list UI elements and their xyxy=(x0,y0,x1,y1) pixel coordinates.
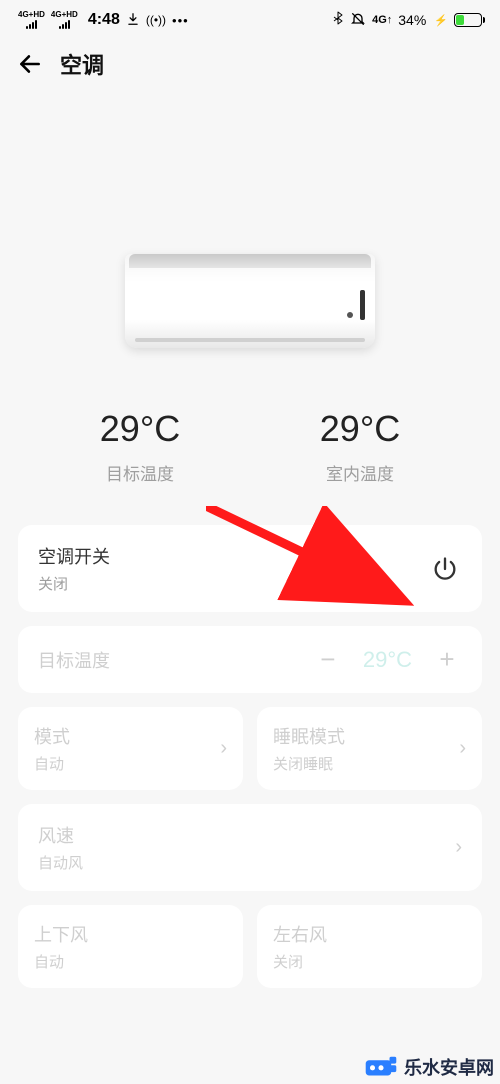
sleep-card[interactable]: 睡眠模式 关闭睡眠 › xyxy=(257,707,482,790)
bluetooth-icon xyxy=(332,11,344,30)
leftright-wind-card[interactable]: 左右风 关闭 xyxy=(257,905,482,988)
signal-1-label: 4G+HD xyxy=(18,11,45,19)
temp-minus-button[interactable]: − xyxy=(313,644,343,675)
target-temp-block: 29°C 目标温度 xyxy=(100,408,180,485)
header: 空调 xyxy=(0,40,500,84)
hotspot-icon: ((•)) xyxy=(146,13,166,27)
watermark: 乐水安卓网 xyxy=(364,1054,494,1080)
sleep-sub: 关闭睡眠 xyxy=(273,753,345,774)
status-right: 4G↑ 34% ⚡ xyxy=(332,11,482,30)
dnd-icon xyxy=(350,11,366,30)
temp-plus-button[interactable]: + xyxy=(432,644,462,675)
target-temp-card-value: 29°C xyxy=(363,647,412,673)
status-bar: 4G+HD 4G+HD 4:48 ((•)) ••• 4G↑ 34% ⚡ xyxy=(0,0,500,40)
fan-card[interactable]: 风速 自动风 › xyxy=(18,804,482,891)
updown-label: 上下风 xyxy=(34,921,88,947)
mode-sub: 自动 xyxy=(34,753,70,774)
target-temp-label: 目标温度 xyxy=(100,460,180,485)
target-temp-value: 29°C xyxy=(100,408,180,450)
signal-2-label: 4G+HD xyxy=(51,11,78,19)
temperature-row: 29°C 目标温度 29°C 室内温度 xyxy=(0,408,500,525)
watermark-text: 乐水安卓网 xyxy=(404,1054,494,1080)
leftright-label: 左右风 xyxy=(273,921,327,947)
battery-pct: 34% xyxy=(398,12,426,28)
power-card[interactable]: 空调开关 关闭 xyxy=(18,525,482,612)
power-button[interactable] xyxy=(428,552,462,586)
watermark-logo-icon xyxy=(364,1055,398,1079)
chevron-right-icon: › xyxy=(455,836,462,859)
back-button[interactable] xyxy=(16,50,44,78)
mode-card[interactable]: 模式 自动 › xyxy=(18,707,243,790)
network-label: 4G↑ xyxy=(372,14,392,26)
updown-sub: 自动 xyxy=(34,951,88,972)
signal-1: 4G+HD xyxy=(18,11,45,29)
more-icon: ••• xyxy=(172,13,189,28)
room-temp-label: 室内温度 xyxy=(320,460,400,485)
ac-illustration xyxy=(0,84,500,408)
download-icon xyxy=(126,12,140,29)
room-temp-value: 29°C xyxy=(320,408,400,450)
battery-icon xyxy=(454,13,482,27)
target-temp-card-label: 目标温度 xyxy=(38,647,110,673)
room-temp-block: 29°C 室内温度 xyxy=(320,408,400,485)
power-status: 关闭 xyxy=(38,573,110,594)
leftright-sub: 关闭 xyxy=(273,951,327,972)
updown-wind-card[interactable]: 上下风 自动 xyxy=(18,905,243,988)
page-title: 空调 xyxy=(60,48,104,80)
fan-sub: 自动风 xyxy=(38,852,83,873)
status-left: 4G+HD 4G+HD 4:48 ((•)) ••• xyxy=(18,11,189,29)
power-icon xyxy=(431,555,459,583)
fan-label: 风速 xyxy=(38,822,83,848)
controls: 空调开关 关闭 目标温度 − 29°C + 模式 自动 › 睡眠模式 关闭睡眠 xyxy=(0,525,500,988)
sleep-label: 睡眠模式 xyxy=(273,723,345,749)
charging-icon: ⚡ xyxy=(434,14,448,27)
signal-2: 4G+HD xyxy=(51,11,78,29)
chevron-right-icon: › xyxy=(459,737,466,760)
chevron-right-icon: › xyxy=(220,737,227,760)
target-temp-card[interactable]: 目标温度 − 29°C + xyxy=(18,626,482,693)
power-label: 空调开关 xyxy=(38,543,110,569)
mode-label: 模式 xyxy=(34,723,70,749)
status-time: 4:48 xyxy=(88,11,120,29)
